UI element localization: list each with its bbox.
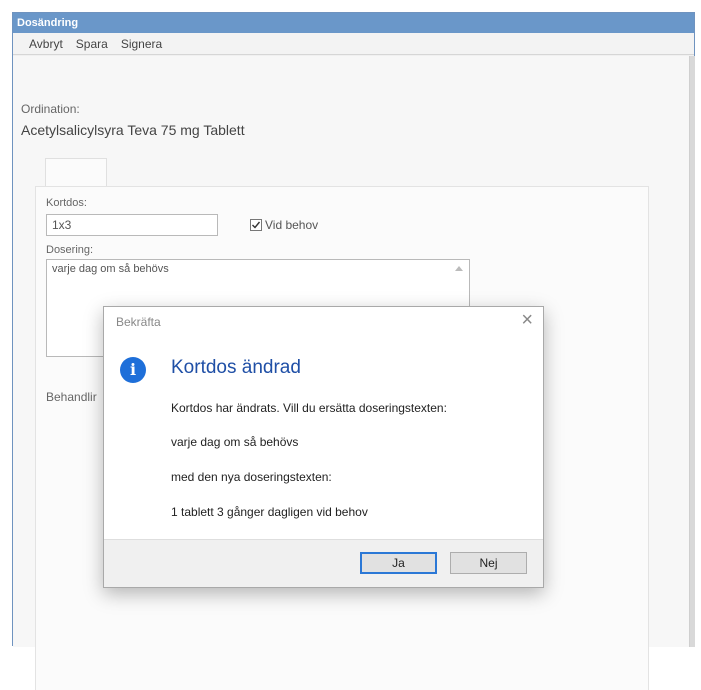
scroll-up-icon[interactable]	[455, 266, 463, 271]
no-button[interactable]: Nej	[450, 552, 527, 574]
dialog-message: Kortdos har ändrats. Vill du ersätta dos…	[171, 401, 447, 415]
short-dose-label: Kortdos:	[46, 197, 87, 209]
dosage-label: Dosering:	[46, 244, 94, 256]
no-button-label: Nej	[479, 556, 498, 570]
save-menu-item[interactable]: Spara	[76, 37, 108, 51]
short-dose-input[interactable]: 1x3	[46, 214, 218, 236]
yes-button[interactable]: Ja	[360, 552, 437, 574]
treatment-label: Behandlir	[46, 390, 97, 404]
dialog-heading: Kortdos ändrad	[171, 357, 301, 378]
scrollbar-track[interactable]	[690, 56, 695, 647]
as-needed-checkbox-group[interactable]: Vid behov	[250, 218, 318, 232]
dialog-message-2: med den nya doseringstexten:	[171, 470, 332, 484]
ordination-value: Acetylsalicylsyra Teva 75 mg Tablett	[21, 122, 245, 138]
yes-button-label: Ja	[392, 556, 405, 570]
ordination-label: Ordination:	[21, 102, 80, 116]
close-icon[interactable]: ×	[521, 309, 533, 331]
dialog-old-text: varje dag om så behövs	[171, 435, 299, 449]
dialog-title: Bekräfta	[116, 315, 161, 329]
tab-dose[interactable]	[45, 158, 107, 187]
as-needed-label: Vid behov	[265, 218, 319, 232]
confirm-dialog: Bekräfta × i Kortdos ändrad Kortdos har …	[103, 306, 544, 588]
as-needed-checkbox[interactable]	[250, 219, 262, 231]
dialog-footer: Ja Nej	[104, 539, 543, 587]
info-icon: i	[120, 357, 146, 383]
menubar: Avbryt Spara Signera	[13, 33, 694, 55]
dosage-text: varje dag om så behövs	[52, 263, 169, 275]
dialog-new-text: 1 tablett 3 gånger dagligen vid behov	[171, 505, 368, 519]
checkmark-icon	[252, 221, 261, 229]
sign-menu-item[interactable]: Signera	[121, 37, 162, 51]
cancel-menu-item[interactable]: Avbryt	[29, 37, 63, 51]
window-title: Dosändring	[13, 13, 694, 33]
